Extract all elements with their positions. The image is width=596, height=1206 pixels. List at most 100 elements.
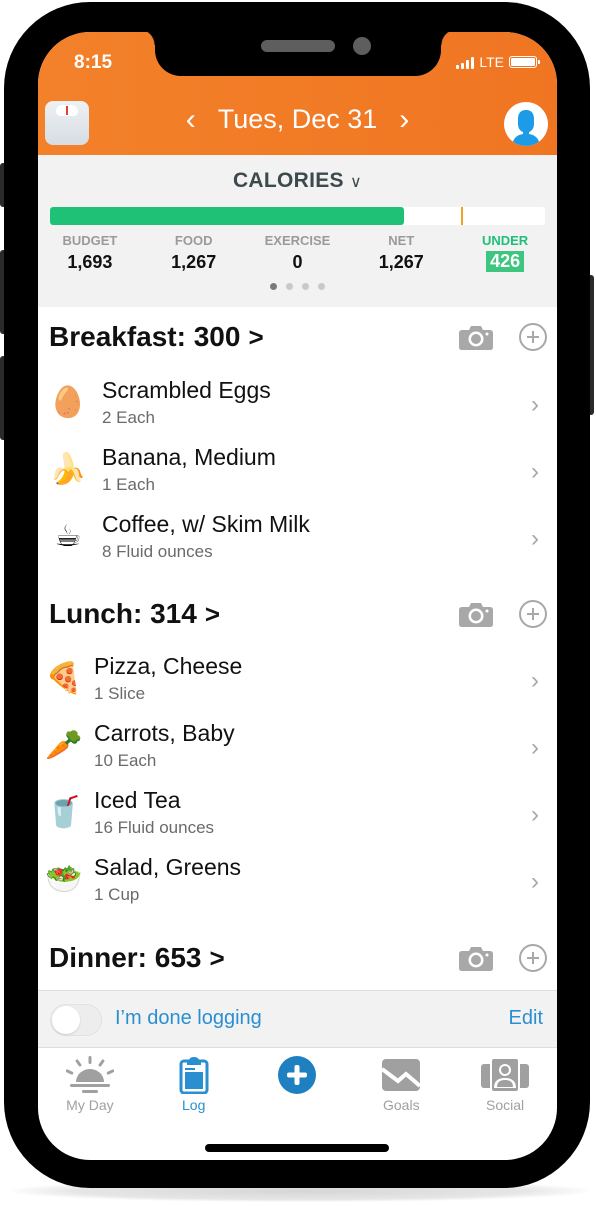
food-quantity: 16 Fluid ounces bbox=[94, 817, 215, 837]
camera-icon[interactable] bbox=[459, 945, 493, 971]
people-icon bbox=[481, 1058, 530, 1092]
calories-dropdown[interactable]: CALORIES ∨ bbox=[38, 169, 557, 193]
stat-value: 1,693 bbox=[67, 252, 113, 272]
chevron-down-icon: ∨ bbox=[350, 174, 363, 191]
add-food-icon[interactable] bbox=[519, 944, 547, 972]
food-item[interactable]: ☕ Coffee, w/ Skim Milk 8 Fluid ounces › bbox=[38, 503, 557, 569]
food-item[interactable]: 🥗 Salad, Greens 1 Cup › bbox=[38, 846, 557, 912]
meal-title-lunch[interactable]: Lunch: 314 > bbox=[49, 598, 220, 630]
network-type: LTE bbox=[479, 54, 504, 70]
camera-icon[interactable] bbox=[459, 601, 493, 627]
status-time: 8:15 bbox=[74, 52, 113, 73]
tab-label: Log bbox=[182, 1097, 206, 1113]
tab-goals[interactable]: Goals bbox=[349, 1048, 453, 1128]
food-quantity: 1 Cup bbox=[94, 884, 140, 904]
profile-avatar-icon[interactable] bbox=[504, 102, 548, 146]
app-header: 8:15 LTE ‹ Tues, Dec 31 › bbox=[38, 32, 557, 155]
done-logging-toggle[interactable] bbox=[50, 1004, 102, 1036]
coffee-cup-icon: ☕ bbox=[54, 519, 82, 553]
meal-title-text: Lunch: 314 bbox=[49, 598, 197, 629]
carrot-icon: 🥕 bbox=[45, 728, 83, 762]
food-quantity: 10 Each bbox=[94, 750, 157, 770]
camera-icon[interactable] bbox=[459, 324, 493, 350]
front-camera bbox=[353, 37, 371, 55]
chart-down-icon bbox=[382, 1059, 421, 1091]
chevron-left-icon[interactable]: ‹ bbox=[186, 104, 196, 135]
salad-bowl-icon: 🥗 bbox=[45, 862, 83, 896]
stat-value: 0 bbox=[292, 252, 303, 272]
budget-marker bbox=[460, 207, 463, 225]
meal-actions bbox=[459, 944, 547, 972]
stat-under: UNDER 426 bbox=[453, 233, 557, 273]
food-name: Iced Tea bbox=[94, 786, 181, 813]
tab-label: Social bbox=[486, 1097, 525, 1113]
food-item[interactable]: 🥕 Carrots, Baby 10 Each › bbox=[38, 712, 557, 778]
screen: 8:15 LTE ‹ Tues, Dec 31 › CALORIES ∨ BUD… bbox=[38, 32, 557, 1160]
battery-icon bbox=[509, 56, 540, 68]
food-quantity: 1 Each bbox=[102, 474, 155, 494]
food-item[interactable]: 🥤 Iced Tea 16 Fluid ounces › bbox=[38, 779, 557, 845]
food-name: Salad, Greens bbox=[94, 853, 242, 880]
food-quantity: 2 Each bbox=[102, 407, 155, 427]
food-name: Scrambled Eggs bbox=[102, 376, 271, 403]
calorie-progress-fill bbox=[50, 207, 404, 225]
stat-exercise: EXERCISE 0 bbox=[246, 233, 350, 273]
clipboard-icon bbox=[179, 1057, 209, 1094]
chevron-right-icon: > bbox=[204, 598, 220, 629]
stat-budget: BUDGET 1,693 bbox=[38, 233, 142, 273]
chevron-right-icon: > bbox=[248, 321, 264, 352]
phone-frame: 8:15 LTE ‹ Tues, Dec 31 › CALORIES ∨ BUD… bbox=[4, 2, 590, 1188]
meal-header-dinner: Dinner: 653 > bbox=[49, 938, 547, 978]
page-dot[interactable] bbox=[270, 283, 277, 290]
page-indicator[interactable] bbox=[38, 283, 557, 290]
calories-title: CALORIES bbox=[232, 169, 344, 192]
food-name: Coffee, w/ Skim Milk bbox=[102, 510, 310, 537]
food-quantity: 1 Slice bbox=[94, 683, 146, 703]
tab-label: Goals bbox=[383, 1097, 420, 1113]
tab-my-day[interactable]: My Day bbox=[38, 1048, 142, 1128]
meal-title-dinner[interactable]: Dinner: 653 > bbox=[49, 942, 225, 974]
pizza-slice-icon: 🍕 bbox=[45, 661, 83, 695]
current-date[interactable]: Tues, Dec 31 bbox=[218, 104, 378, 135]
home-indicator[interactable] bbox=[205, 1144, 389, 1152]
food-quantity: 8 Fluid ounces bbox=[102, 541, 213, 561]
banana-icon: 🍌 bbox=[49, 452, 87, 486]
done-logging-bar: I’m done logging Edit bbox=[38, 990, 557, 1048]
stat-net: NET 1,267 bbox=[349, 233, 453, 273]
stat-value: 1,267 bbox=[171, 252, 217, 272]
page-dot[interactable] bbox=[302, 283, 309, 290]
meal-actions bbox=[459, 600, 547, 628]
add-food-icon[interactable] bbox=[519, 600, 547, 628]
food-item[interactable]: 🥚 Scrambled Eggs 2 Each › bbox=[38, 369, 557, 435]
food-item[interactable]: 🍌 Banana, Medium 1 Each › bbox=[38, 436, 557, 502]
status-indicators: LTE bbox=[456, 54, 540, 70]
meal-header-lunch: Lunch: 314 > bbox=[49, 594, 547, 634]
iced-tea-icon: 🥤 bbox=[45, 795, 83, 829]
chevron-right-icon: › bbox=[531, 667, 539, 694]
toggle-knob bbox=[52, 1006, 80, 1034]
meal-title-breakfast[interactable]: Breakfast: 300 > bbox=[49, 321, 264, 353]
meal-actions bbox=[459, 323, 547, 351]
stat-food: FOOD 1,267 bbox=[142, 233, 246, 273]
chevron-right-icon: > bbox=[209, 942, 225, 973]
edit-button[interactable]: Edit bbox=[509, 1007, 543, 1030]
chevron-right-icon[interactable]: › bbox=[399, 104, 409, 135]
meal-title-text: Breakfast: 300 bbox=[49, 321, 241, 352]
stat-label: FOOD bbox=[174, 233, 213, 248]
tab-add[interactable] bbox=[246, 1048, 350, 1128]
food-name: Pizza, Cheese bbox=[94, 652, 243, 679]
add-food-icon[interactable] bbox=[519, 323, 547, 351]
done-logging-label[interactable]: I’m done logging bbox=[115, 1007, 262, 1030]
food-item[interactable]: 🍕 Pizza, Cheese 1 Slice › bbox=[38, 645, 557, 711]
page-dot[interactable] bbox=[286, 283, 293, 290]
food-name: Banana, Medium bbox=[102, 443, 276, 470]
chevron-right-icon: › bbox=[531, 868, 539, 895]
meal-title-text: Dinner: 653 bbox=[49, 942, 202, 973]
chevron-right-icon: › bbox=[531, 801, 539, 828]
page-dot[interactable] bbox=[318, 283, 325, 290]
chevron-right-icon: › bbox=[531, 734, 539, 761]
stat-label: EXERCISE bbox=[264, 233, 331, 248]
tab-social[interactable]: Social bbox=[453, 1048, 557, 1128]
device-notch bbox=[139, 32, 457, 76]
tab-log[interactable]: Log bbox=[142, 1048, 246, 1128]
